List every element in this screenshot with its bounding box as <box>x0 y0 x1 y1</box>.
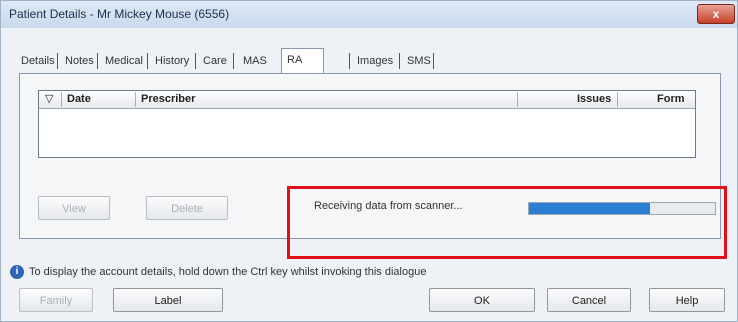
column-header-prescriber[interactable]: Prescriber <box>141 91 195 108</box>
hint-text: To display the account details, hold dow… <box>29 266 427 278</box>
tab-ra-forms[interactable]: RA Forms <box>281 48 325 88</box>
column-divider <box>135 92 136 107</box>
tab-medical[interactable]: Medical <box>103 51 145 71</box>
column-divider <box>517 92 518 107</box>
tab-separator <box>147 53 148 69</box>
close-button[interactable]: x <box>697 4 735 24</box>
delete-button[interactable]: Delete <box>146 196 228 220</box>
tab-separator <box>399 53 400 69</box>
column-divider <box>61 92 62 107</box>
family-button[interactable]: Family <box>19 288 93 312</box>
tab-separator <box>57 53 58 69</box>
ok-button[interactable]: OK <box>429 288 535 312</box>
column-header-date[interactable]: Date <box>67 91 91 108</box>
tab-care[interactable]: Care <box>201 51 229 71</box>
grid-header: ▽ Date Prescriber Issues Form <box>39 91 695 109</box>
tab-mas[interactable]: MAS <box>241 51 269 71</box>
column-header-issues[interactable]: Issues <box>577 91 611 108</box>
tab-separator <box>433 53 434 69</box>
tab-history[interactable]: History <box>153 51 191 71</box>
tab-notes[interactable]: Notes <box>63 51 96 71</box>
filter-icon[interactable]: ▽ <box>45 91 53 108</box>
title-bar[interactable]: Patient Details - Mr Mickey Mouse (6556)… <box>1 1 737 28</box>
tab-sms[interactable]: SMS <box>405 51 433 71</box>
info-icon: i <box>10 265 24 279</box>
tab-separator <box>233 53 234 69</box>
close-icon: x <box>712 7 720 21</box>
window-title: Patient Details - Mr Mickey Mouse (6556) <box>9 7 230 21</box>
label-button[interactable]: Label <box>113 288 223 312</box>
tab-separator <box>349 53 350 69</box>
help-button[interactable]: Help <box>649 288 725 312</box>
ra-forms-grid[interactable]: ▽ Date Prescriber Issues Form <box>38 90 696 158</box>
tab-details[interactable]: Details <box>19 51 57 71</box>
view-button[interactable]: View <box>38 196 110 220</box>
cancel-button[interactable]: Cancel <box>547 288 631 312</box>
tab-images[interactable]: Images <box>355 51 395 71</box>
status-highlight-box <box>287 186 727 259</box>
tab-separator <box>97 53 98 69</box>
column-divider <box>617 92 618 107</box>
patient-details-window: Patient Details - Mr Mickey Mouse (6556)… <box>0 0 738 322</box>
column-header-form[interactable]: Form <box>657 91 685 108</box>
tab-separator <box>195 53 196 69</box>
